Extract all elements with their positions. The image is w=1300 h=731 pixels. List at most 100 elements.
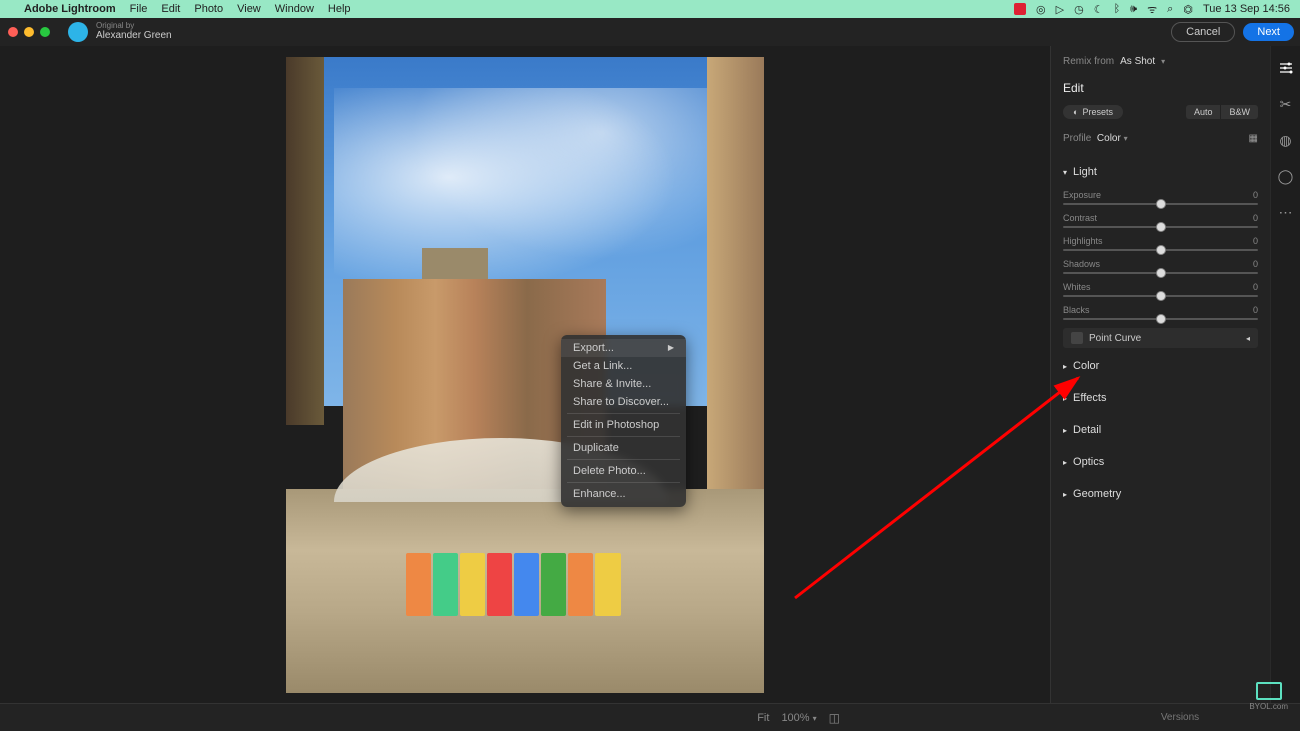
slider-thumb[interactable]	[1156, 199, 1166, 209]
context-edit-photoshop[interactable]: Edit in Photoshop	[561, 416, 686, 434]
slider-value: 0	[1253, 305, 1258, 315]
status-cc-icon[interactable]: ◎	[1036, 3, 1046, 16]
menu-help[interactable]: Help	[328, 3, 351, 15]
chevron-down-icon[interactable]: ▾	[1161, 57, 1165, 66]
compare-view-icon[interactable]: ◫	[829, 711, 840, 725]
app-bar: Original by Alexander Green Cancel Next	[0, 18, 1300, 46]
section-detail-header[interactable]: ▸Detail	[1063, 416, 1258, 444]
context-get-link[interactable]: Get a Link...	[561, 357, 686, 375]
status-search-icon[interactable]: ⌕	[1167, 3, 1173, 16]
edit-heading: Edit	[1063, 81, 1258, 95]
context-duplicate[interactable]: Duplicate	[561, 439, 686, 457]
bw-button[interactable]: B&W	[1220, 105, 1258, 119]
menu-photo[interactable]: Photo	[194, 3, 223, 15]
tool-strip: ✂ ◍ ◯ ⋯	[1270, 46, 1300, 703]
photo-canvas[interactable]: Export...▶ Get a Link... Share & Invite.…	[0, 46, 1050, 703]
point-curve-button[interactable]: Point Curve ◂	[1063, 328, 1258, 348]
slider-track[interactable]	[1063, 249, 1258, 251]
slider-value: 0	[1253, 259, 1258, 269]
status-bluetooth-icon[interactable]: ᛒ	[1114, 3, 1121, 15]
chevron-right-icon: ▸	[1063, 394, 1067, 403]
context-menu: Export...▶ Get a Link... Share & Invite.…	[561, 335, 686, 507]
menu-file[interactable]: File	[130, 3, 148, 15]
menubar-app-name[interactable]: Adobe Lightroom	[24, 3, 116, 15]
slider-track[interactable]	[1063, 295, 1258, 297]
status-clock-icon[interactable]: ◷	[1074, 3, 1084, 16]
auto-button[interactable]: Auto	[1186, 105, 1221, 119]
fit-label[interactable]: Fit	[757, 712, 769, 724]
healing-tool-icon[interactable]: ◍	[1278, 132, 1294, 148]
slider-value: 0	[1253, 282, 1258, 292]
status-control-center-icon[interactable]: ⏣	[1183, 3, 1193, 16]
window-minimize-button[interactable]	[24, 27, 34, 37]
slider-blacks: Blacks 0	[1063, 305, 1258, 320]
section-light-header[interactable]: ▾Light	[1063, 158, 1258, 186]
menu-edit[interactable]: Edit	[161, 3, 180, 15]
watermark-icon	[1256, 682, 1282, 700]
user-avatar[interactable]	[68, 22, 88, 42]
slider-track[interactable]	[1063, 272, 1258, 274]
presets-button[interactable]: ◐Presets	[1063, 105, 1123, 119]
slider-value: 0	[1253, 213, 1258, 223]
remix-from-value[interactable]: As Shot	[1120, 56, 1155, 67]
chevron-right-icon: ▸	[1063, 362, 1067, 371]
menu-view[interactable]: View	[237, 3, 261, 15]
slider-thumb[interactable]	[1156, 314, 1166, 324]
section-effects-header[interactable]: ▸Effects	[1063, 384, 1258, 412]
status-recording-icon[interactable]	[1014, 3, 1026, 15]
adjust-tool-icon[interactable]	[1278, 60, 1294, 76]
window-close-button[interactable]	[8, 27, 18, 37]
zoom-value[interactable]: 100% ▾	[781, 712, 816, 724]
original-by-name: Alexander Green	[96, 30, 172, 42]
slider-label: Highlights	[1063, 236, 1103, 246]
slider-track[interactable]	[1063, 203, 1258, 205]
crop-tool-icon[interactable]: ✂	[1278, 96, 1294, 112]
menubar-clock[interactable]: Tue 13 Sep 14:56	[1203, 3, 1290, 15]
slider-thumb[interactable]	[1156, 291, 1166, 301]
next-button[interactable]: Next	[1243, 23, 1294, 41]
slider-whites: Whites0	[1063, 282, 1258, 297]
status-play-icon[interactable]: ▷	[1056, 3, 1064, 16]
slider-contrast: Contrast0	[1063, 213, 1258, 228]
cancel-button[interactable]: Cancel	[1171, 22, 1235, 42]
watermark: BYOL.com	[1249, 682, 1288, 711]
profile-grid-icon[interactable]: ▦	[1249, 133, 1258, 144]
versions-button[interactable]: Versions	[1070, 712, 1290, 723]
status-volume-icon[interactable]: 🕪	[1130, 3, 1137, 16]
window-maximize-button[interactable]	[40, 27, 50, 37]
chevron-down-icon[interactable]: ▾	[1124, 134, 1128, 143]
section-geometry-header[interactable]: ▸Geometry	[1063, 480, 1258, 508]
menu-window[interactable]: Window	[275, 3, 314, 15]
slider-label: Blacks	[1063, 305, 1090, 315]
slider-track[interactable]	[1063, 226, 1258, 228]
slider-thumb[interactable]	[1156, 245, 1166, 255]
context-delete-photo[interactable]: Delete Photo...	[561, 462, 686, 480]
chevron-right-icon: ▸	[1063, 458, 1067, 467]
slider-thumb[interactable]	[1156, 268, 1166, 278]
context-sep	[567, 413, 680, 414]
macos-menubar: Adobe Lightroom File Edit Photo View Win…	[0, 0, 1300, 18]
window-controls	[8, 27, 50, 37]
chevron-right-icon: ▶	[668, 343, 674, 352]
context-share-discover[interactable]: Share to Discover...	[561, 393, 686, 411]
context-export[interactable]: Export...▶	[561, 339, 686, 357]
profile-value[interactable]: Color	[1097, 133, 1121, 144]
status-wifi-icon[interactable]: ᯤ	[1147, 2, 1157, 17]
slider-thumb[interactable]	[1156, 222, 1166, 232]
section-optics-header[interactable]: ▸Optics	[1063, 448, 1258, 476]
presets-icon: ◐	[1073, 107, 1078, 117]
remix-from-label: Remix from	[1063, 56, 1114, 67]
slider-label: Shadows	[1063, 259, 1100, 269]
slider-track[interactable]	[1063, 318, 1258, 320]
slider-exposure: Exposure0	[1063, 190, 1258, 205]
status-moon-icon[interactable]: ☾	[1094, 3, 1104, 16]
masking-tool-icon[interactable]: ◯	[1278, 168, 1294, 184]
context-share-invite[interactable]: Share & Invite...	[561, 375, 686, 393]
context-enhance[interactable]: Enhance...	[561, 485, 686, 503]
section-light: ▾Light Exposure0Contrast0Highlights0Shad…	[1063, 158, 1258, 348]
chevron-right-icon: ▸	[1063, 490, 1067, 499]
slider-highlights: Highlights0	[1063, 236, 1258, 251]
more-tool-icon[interactable]: ⋯	[1278, 204, 1294, 220]
slider-shadows: Shadows 0	[1063, 259, 1258, 274]
section-color-header[interactable]: ▸Color	[1063, 352, 1258, 380]
